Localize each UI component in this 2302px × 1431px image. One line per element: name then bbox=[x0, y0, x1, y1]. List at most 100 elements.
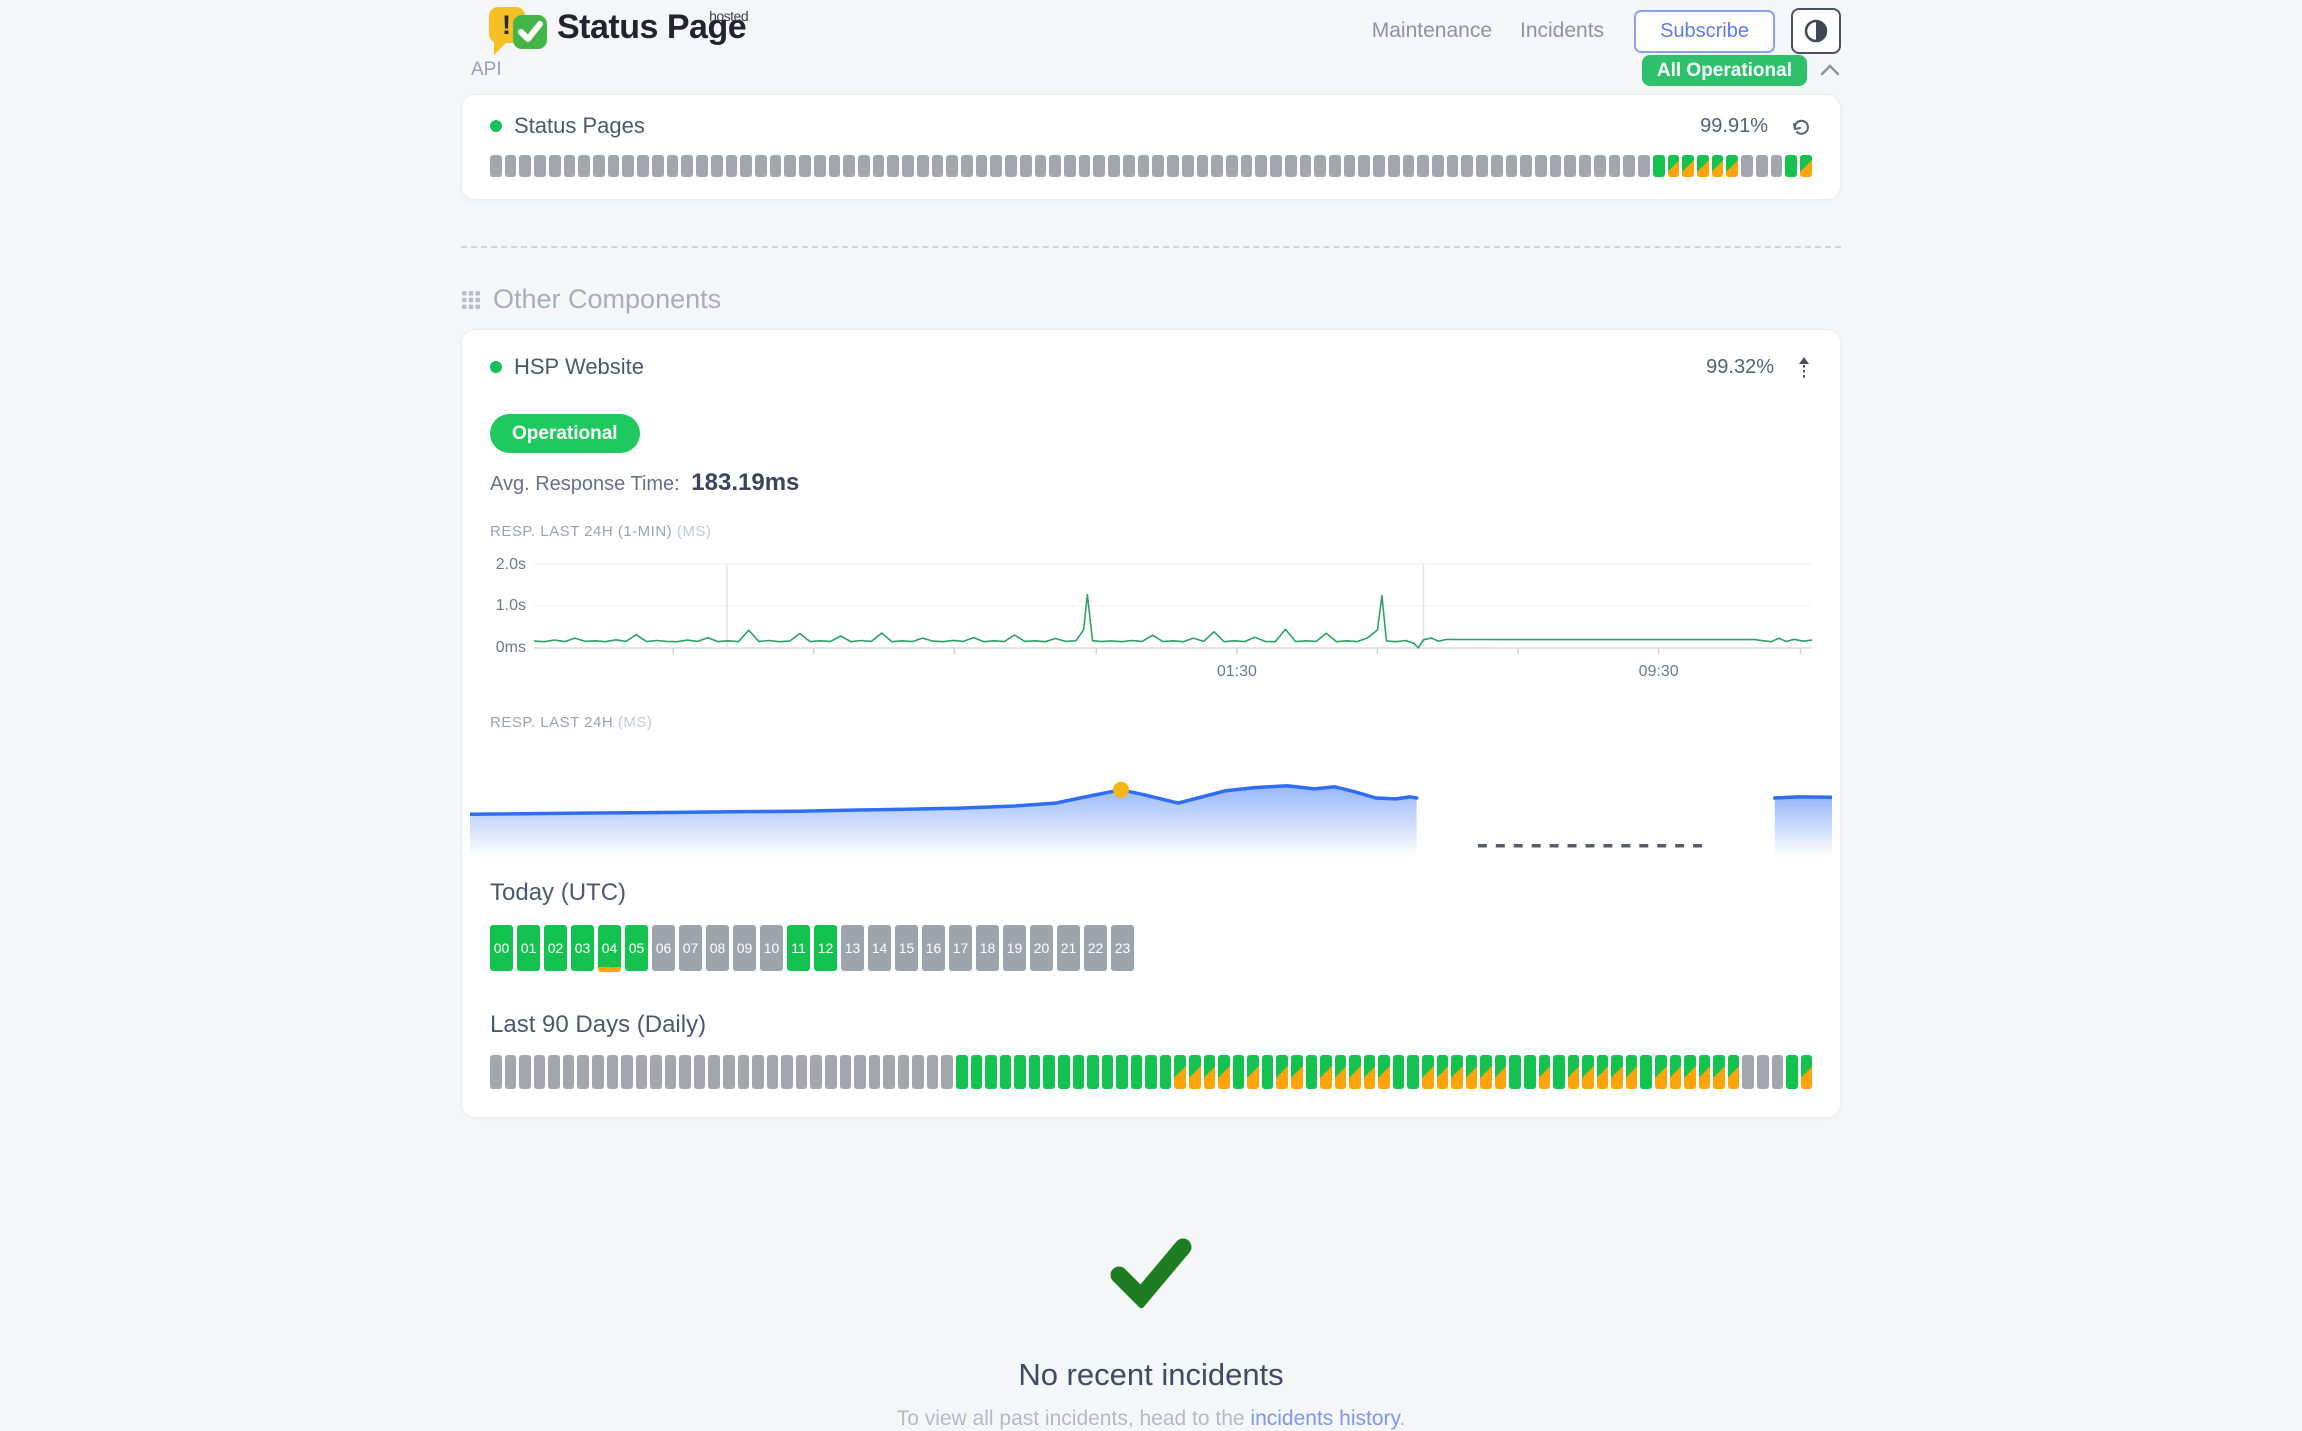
uptime-bar[interactable] bbox=[1131, 1055, 1143, 1089]
uptime-bar[interactable] bbox=[1579, 155, 1591, 177]
nav-maintenance[interactable]: Maintenance bbox=[1372, 19, 1492, 43]
uptime-bar[interactable] bbox=[1682, 155, 1694, 177]
uptime-bar[interactable] bbox=[1043, 1055, 1055, 1089]
uptime-bar[interactable] bbox=[796, 1055, 808, 1089]
uptime-bar[interactable] bbox=[1102, 1055, 1114, 1089]
uptime-bar[interactable] bbox=[578, 155, 590, 177]
uptime-bar[interactable] bbox=[1422, 1055, 1434, 1089]
uptime-bar[interactable] bbox=[1349, 1055, 1361, 1089]
uptime-bar[interactable] bbox=[1582, 1055, 1594, 1089]
uptime-bar[interactable] bbox=[548, 1055, 560, 1089]
refresh-icon[interactable] bbox=[1790, 115, 1812, 137]
uptime-bar[interactable] bbox=[887, 155, 899, 177]
uptime-bar[interactable] bbox=[869, 1055, 881, 1089]
uptime-bar[interactable] bbox=[1786, 1055, 1798, 1089]
uptime-bar[interactable] bbox=[1388, 155, 1400, 177]
hour-block[interactable]: 21 bbox=[1057, 925, 1080, 971]
uptime-bar[interactable] bbox=[1152, 155, 1164, 177]
collapse-chevron-icon[interactable] bbox=[1819, 63, 1841, 77]
uptime-bar[interactable] bbox=[1314, 155, 1326, 177]
uptime-bar[interactable] bbox=[1073, 1055, 1085, 1089]
uptime-bar[interactable] bbox=[1597, 1055, 1609, 1089]
uptime-bar[interactable] bbox=[1407, 1055, 1419, 1089]
subscribe-button[interactable]: Subscribe bbox=[1634, 10, 1775, 53]
uptime-bar[interactable] bbox=[738, 1055, 750, 1089]
uptime-bar[interactable] bbox=[1655, 1055, 1667, 1089]
uptime-bar[interactable] bbox=[534, 1055, 546, 1089]
uptime-bar[interactable] bbox=[1393, 1055, 1405, 1089]
uptime-bar[interactable] bbox=[723, 1055, 735, 1089]
uptime-bar[interactable] bbox=[549, 155, 561, 177]
uptime-bar[interactable] bbox=[781, 1055, 793, 1089]
uptime-bar[interactable] bbox=[519, 1055, 531, 1089]
uptime-bar[interactable] bbox=[1189, 1055, 1201, 1089]
uptime-bar[interactable] bbox=[1611, 1055, 1623, 1089]
uptime-bar[interactable] bbox=[563, 1055, 575, 1089]
uptime-bar[interactable] bbox=[1020, 155, 1032, 177]
uptime-bar[interactable] bbox=[1276, 1055, 1288, 1089]
uptime-bar[interactable] bbox=[1108, 155, 1120, 177]
uptime-bar[interactable] bbox=[1506, 155, 1518, 177]
uptime-bar[interactable] bbox=[985, 1055, 997, 1089]
uptime-bar[interactable] bbox=[1451, 1055, 1463, 1089]
uptime-bar[interactable] bbox=[1262, 1055, 1274, 1089]
uptime-bar[interactable] bbox=[1358, 155, 1370, 177]
uptime-bar[interactable] bbox=[1670, 1055, 1682, 1089]
uptime-bar[interactable] bbox=[1014, 1055, 1026, 1089]
uptime-bar[interactable] bbox=[1568, 1055, 1580, 1089]
uptime-bar[interactable] bbox=[1145, 1055, 1157, 1089]
uptime-bar[interactable] bbox=[711, 155, 723, 177]
uptime-bar[interactable] bbox=[1741, 155, 1753, 177]
uptime-bar[interactable] bbox=[755, 155, 767, 177]
uptime-bar[interactable] bbox=[854, 1055, 866, 1089]
uptime-bar[interactable] bbox=[1447, 155, 1459, 177]
uptime-bar[interactable] bbox=[696, 155, 708, 177]
uptime-bar[interactable] bbox=[770, 155, 782, 177]
uptime-bar[interactable] bbox=[1495, 1055, 1507, 1089]
uptime-bar[interactable] bbox=[1623, 155, 1635, 177]
uptime-bar[interactable] bbox=[1182, 155, 1194, 177]
incidents-history-link[interactable]: incidents history bbox=[1250, 1407, 1399, 1430]
uptime-bar[interactable] bbox=[1539, 1055, 1551, 1089]
uptime-bar[interactable] bbox=[1626, 1055, 1638, 1089]
uptime-bar[interactable] bbox=[1255, 155, 1267, 177]
uptime-bar[interactable] bbox=[1029, 1055, 1041, 1089]
uptime-bar[interactable] bbox=[1285, 155, 1297, 177]
uptime-bar[interactable] bbox=[708, 1055, 720, 1089]
uptime-bar[interactable] bbox=[1138, 155, 1150, 177]
uptime-bar[interactable] bbox=[1335, 1055, 1347, 1089]
uptime-bar[interactable] bbox=[1123, 155, 1135, 177]
uptime-bar[interactable] bbox=[1300, 155, 1312, 177]
uptime-bar[interactable] bbox=[679, 1055, 691, 1089]
uptime-bar[interactable] bbox=[971, 1055, 983, 1089]
uptime-bar[interactable] bbox=[843, 155, 855, 177]
uptime-bar[interactable] bbox=[1771, 155, 1783, 177]
uptime-bar[interactable] bbox=[912, 1055, 924, 1089]
uptime-bar[interactable] bbox=[636, 1055, 648, 1089]
uptime-bar[interactable] bbox=[1079, 155, 1091, 177]
uptime-bar[interactable] bbox=[1247, 1055, 1259, 1089]
uptime-bar[interactable] bbox=[534, 155, 546, 177]
uptime-bar[interactable] bbox=[1524, 1055, 1536, 1089]
uptime-bar[interactable] bbox=[1564, 155, 1576, 177]
uptime-bar[interactable] bbox=[1167, 155, 1179, 177]
uptime-bar[interactable] bbox=[956, 1055, 968, 1089]
uptime-bar[interactable] bbox=[1668, 155, 1680, 177]
hour-block[interactable]: 16 bbox=[922, 925, 945, 971]
hour-block[interactable]: 08 bbox=[706, 925, 729, 971]
uptime-bar[interactable] bbox=[490, 1055, 502, 1089]
uptime-bar[interactable] bbox=[1378, 1055, 1390, 1089]
uptime-bar[interactable] bbox=[1535, 155, 1547, 177]
hour-block[interactable]: 18 bbox=[976, 925, 999, 971]
chart-marker-dot[interactable] bbox=[1113, 782, 1129, 798]
uptime-bar[interactable] bbox=[902, 155, 914, 177]
uptime-bar[interactable] bbox=[932, 155, 944, 177]
uptime-bar[interactable] bbox=[829, 155, 841, 177]
uptime-bar[interactable] bbox=[917, 155, 929, 177]
uptime-bar[interactable] bbox=[1064, 155, 1076, 177]
uptime-bar[interactable] bbox=[883, 1055, 895, 1089]
hour-block[interactable]: 05 bbox=[625, 925, 648, 971]
expand-arrow-icon[interactable] bbox=[1796, 355, 1812, 379]
hour-block[interactable]: 19 bbox=[1003, 925, 1026, 971]
uptime-bar[interactable] bbox=[1638, 155, 1650, 177]
